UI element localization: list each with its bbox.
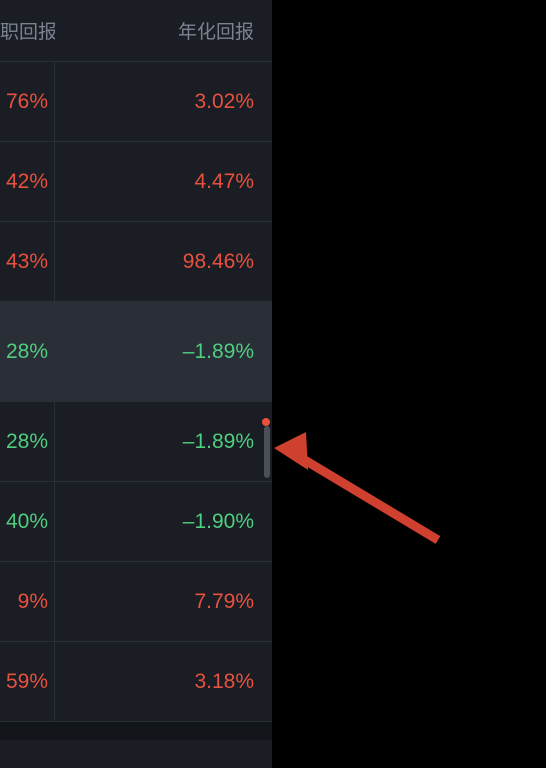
table-header-row: 职回报 年化回报: [0, 0, 272, 62]
cell-annualized-return: 4.47%: [55, 170, 272, 194]
table-row[interactable]: 43%98.46%: [0, 222, 272, 302]
table-row[interactable]: 40%–1.90%: [0, 482, 272, 562]
table-row[interactable]: 9%7.79%: [0, 562, 272, 642]
table-row[interactable]: 28%–1.89%: [0, 302, 272, 402]
cell-tenure-return: 42%: [0, 142, 55, 221]
next-section-start: [0, 740, 272, 768]
table-row[interactable]: 59%3.18%: [0, 642, 272, 722]
table-row[interactable]: 28%–1.89%: [0, 402, 272, 482]
cell-tenure-return: 40%: [0, 482, 55, 561]
annotation-arrow-icon: [268, 420, 468, 560]
cell-annualized-return: 3.18%: [55, 670, 272, 694]
table-row[interactable]: 76%3.02%: [0, 62, 272, 142]
column-header-annualized-return[interactable]: 年化回报: [55, 17, 272, 44]
cell-annualized-return: 7.79%: [55, 590, 272, 614]
cell-annualized-return: –1.89%: [55, 430, 272, 454]
cell-annualized-return: 3.02%: [55, 90, 272, 114]
column-header-tenure-return[interactable]: 职回报: [0, 17, 55, 44]
cell-tenure-return: 43%: [0, 222, 55, 301]
cell-tenure-return: 28%: [0, 402, 55, 481]
cell-annualized-return: –1.90%: [55, 510, 272, 534]
cell-tenure-return: 59%: [0, 642, 55, 721]
cell-tenure-return: 28%: [0, 302, 55, 401]
table-row[interactable]: 42%4.47%: [0, 142, 272, 222]
cell-annualized-return: 98.46%: [55, 250, 272, 274]
section-gap: [0, 722, 272, 740]
returns-table-panel: 职回报 年化回报 76%3.02%42%4.47%43%98.46%28%–1.…: [0, 0, 272, 752]
scrollbar-thumb[interactable]: [264, 426, 270, 478]
cell-annualized-return: –1.89%: [55, 340, 272, 364]
cell-tenure-return: 9%: [0, 562, 55, 641]
scroll-indicator-dot: [262, 418, 270, 426]
cell-tenure-return: 76%: [0, 62, 55, 141]
